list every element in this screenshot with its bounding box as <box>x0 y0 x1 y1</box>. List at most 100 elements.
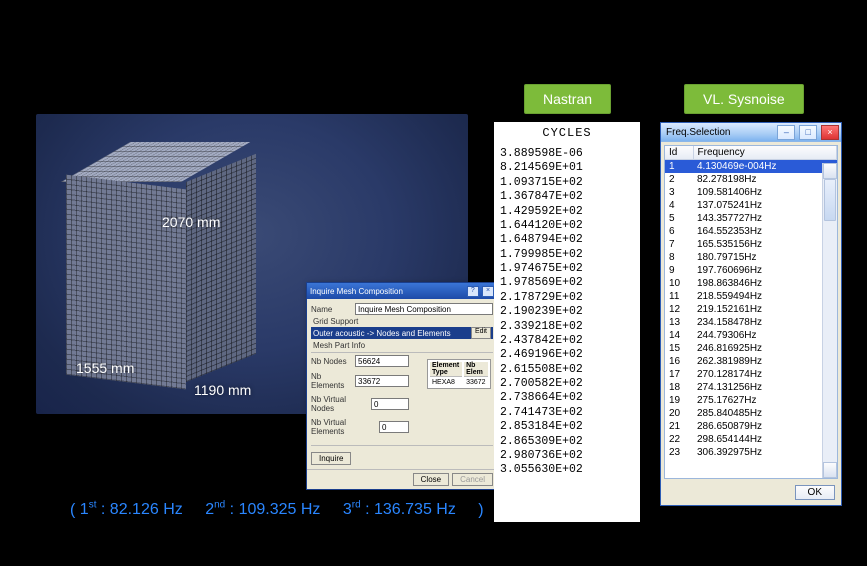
row-frequency: 275.17627Hz <box>693 394 837 407</box>
nb-vnodes-input[interactable] <box>371 398 409 410</box>
row-id: 16 <box>665 355 693 368</box>
grid-support-selection[interactable]: Outer acoustic -> Nodes and Elements Edi… <box>311 327 493 339</box>
row-frequency: 109.581406Hz <box>693 186 837 199</box>
close-icon[interactable]: × <box>482 286 494 297</box>
row-frequency: 198.863846Hz <box>693 277 837 290</box>
close-button[interactable]: Close <box>413 473 449 486</box>
mesh-viewport[interactable]: 2070 mm 1555 mm 1190 mm Inquire Mesh Com… <box>36 114 468 414</box>
table-row[interactable]: 282.278198Hz <box>665 173 837 186</box>
row-frequency: 285.840485Hz <box>693 407 837 420</box>
freq-table[interactable]: Id Frequency 14.130469e-004Hz282.278198H… <box>665 146 837 459</box>
cycles-value: 2.615508E+02 <box>500 363 634 377</box>
minimize-icon[interactable]: – <box>777 125 795 140</box>
dialog-titlebar[interactable]: Inquire Mesh Composition ? × <box>307 283 497 299</box>
row-frequency: 246.816925Hz <box>693 342 837 355</box>
edit-button[interactable]: Edit <box>471 327 491 339</box>
nb-elem-value: 33672 <box>464 379 488 386</box>
table-row[interactable]: 16262.381989Hz <box>665 355 837 368</box>
freq-scrollbar[interactable] <box>822 163 837 478</box>
table-row[interactable]: 15246.816925Hz <box>665 342 837 355</box>
nb-elements-input[interactable] <box>355 375 409 387</box>
row-id: 10 <box>665 277 693 290</box>
close-icon[interactable]: × <box>821 125 839 140</box>
row-id: 14 <box>665 329 693 342</box>
cycles-value: 2.853184E+02 <box>500 420 634 434</box>
table-row[interactable]: 20285.840485Hz <box>665 407 837 420</box>
table-row[interactable]: 23306.392975Hz <box>665 446 837 459</box>
scrollbar-thumb[interactable] <box>824 179 836 221</box>
nb-elem-header: Nb Elem <box>464 362 488 377</box>
row-frequency: 197.760696Hz <box>693 264 837 277</box>
selection-text: Outer acoustic -> Nodes and Elements <box>313 329 451 338</box>
cycles-list: 3.889598E-068.214569E+011.093715E+021.36… <box>500 147 634 478</box>
nastran-tag: Nastran <box>524 84 611 114</box>
table-row[interactable]: 11218.559494Hz <box>665 290 837 303</box>
col-frequency[interactable]: Frequency <box>693 146 837 160</box>
table-row[interactable]: 19275.17627Hz <box>665 394 837 407</box>
row-id: 11 <box>665 290 693 303</box>
table-row[interactable]: 6164.552353Hz <box>665 225 837 238</box>
row-frequency: 4.130469e-004Hz <box>693 160 837 174</box>
row-id: 22 <box>665 433 693 446</box>
table-row[interactable]: 3109.581406Hz <box>665 186 837 199</box>
inquire-button[interactable]: Inquire <box>311 452 351 465</box>
table-row[interactable]: 17270.128174Hz <box>665 368 837 381</box>
table-row[interactable]: 14244.79306Hz <box>665 329 837 342</box>
table-row[interactable]: 13234.158478Hz <box>665 316 837 329</box>
table-row[interactable]: 8180.79715Hz <box>665 251 837 264</box>
table-row[interactable]: 18274.131256Hz <box>665 381 837 394</box>
table-row[interactable]: 9197.760696Hz <box>665 264 837 277</box>
table-row[interactable]: 7165.535156Hz <box>665 238 837 251</box>
row-frequency: 218.559494Hz <box>693 290 837 303</box>
dialog-title: Inquire Mesh Composition <box>310 287 403 296</box>
row-id: 23 <box>665 446 693 459</box>
name-input[interactable] <box>355 303 493 315</box>
cycles-value: 2.178729E+02 <box>500 291 634 305</box>
row-id: 13 <box>665 316 693 329</box>
nb-velems-label: Nb Virtual Elements <box>311 418 379 436</box>
row-id: 17 <box>665 368 693 381</box>
table-row[interactable]: 12219.152161Hz <box>665 303 837 316</box>
help-icon[interactable]: ? <box>467 286 479 297</box>
row-id: 19 <box>665 394 693 407</box>
ok-button[interactable]: OK <box>795 485 835 500</box>
row-frequency: 298.654144Hz <box>693 433 837 446</box>
row-id: 6 <box>665 225 693 238</box>
table-row[interactable]: 10198.863846Hz <box>665 277 837 290</box>
mesh-part-info-label: Mesh Part Info <box>313 341 493 350</box>
cycles-value: 1.799985E+02 <box>500 248 634 262</box>
row-id: 15 <box>665 342 693 355</box>
cycles-value: 8.214569E+01 <box>500 161 634 175</box>
row-id: 8 <box>665 251 693 264</box>
elem-type-value: HEXA8 <box>430 379 462 386</box>
table-row[interactable]: 4137.075241Hz <box>665 199 837 212</box>
element-type-table: Element Type Nb Elem HEXA8 33672 <box>427 359 491 389</box>
row-id: 9 <box>665 264 693 277</box>
name-label: Name <box>311 305 355 314</box>
row-id: 1 <box>665 160 693 174</box>
dimension-width: 1555 mm <box>76 360 134 376</box>
nb-elements-label: Nb Elements <box>311 372 355 390</box>
bottom-frequency-summary: ( 1st : 82.126 Hz 2nd : 109.325 Hz 3rd :… <box>70 500 484 519</box>
cycles-value: 1.429592E+02 <box>500 205 634 219</box>
table-row[interactable]: 21286.650879Hz <box>665 420 837 433</box>
cycles-value: 1.978569E+02 <box>500 276 634 290</box>
table-row[interactable]: 14.130469e-004Hz <box>665 160 837 174</box>
cycles-value: 2.738664E+02 <box>500 391 634 405</box>
sysnoise-tag: VL. Sysnoise <box>684 84 804 114</box>
cycles-value: 2.437842E+02 <box>500 334 634 348</box>
row-frequency: 234.158478Hz <box>693 316 837 329</box>
nb-nodes-label: Nb Nodes <box>311 357 355 366</box>
nb-velems-input[interactable] <box>379 421 409 433</box>
row-id: 20 <box>665 407 693 420</box>
freq-selection-window[interactable]: Freq.Selection – □ × Id Frequency 14.130… <box>660 122 842 506</box>
row-frequency: 274.131256Hz <box>693 381 837 394</box>
table-row[interactable]: 5143.357727Hz <box>665 212 837 225</box>
table-row[interactable]: 22298.654144Hz <box>665 433 837 446</box>
cycles-value: 1.974675E+02 <box>500 262 634 276</box>
maximize-icon[interactable]: □ <box>799 125 817 140</box>
nb-nodes-input[interactable] <box>355 355 409 367</box>
freq-titlebar[interactable]: Freq.Selection – □ × <box>661 123 841 142</box>
inquire-mesh-dialog[interactable]: Inquire Mesh Composition ? × Name Grid S… <box>306 282 498 490</box>
col-id[interactable]: Id <box>665 146 693 160</box>
